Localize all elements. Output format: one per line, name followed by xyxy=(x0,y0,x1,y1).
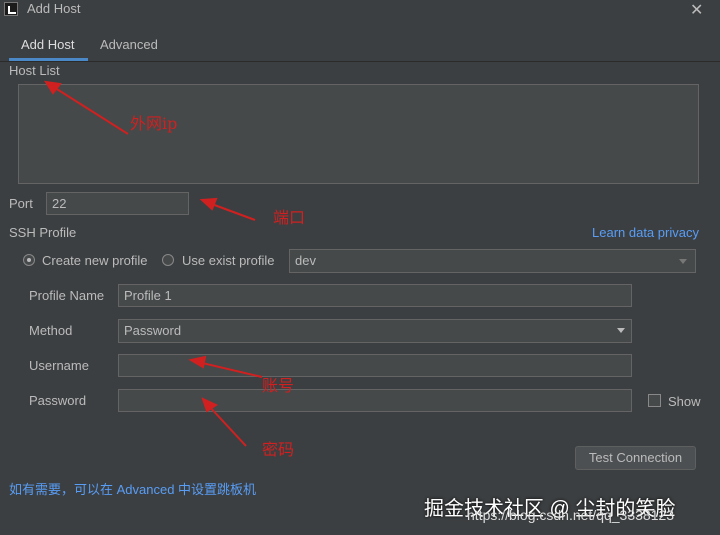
annotation-username: 账号 xyxy=(262,376,295,395)
watermark-url: https://blog.csdn.net/qq_3338123 xyxy=(467,507,675,523)
annotation-password: 密码 xyxy=(262,440,295,459)
annotation-host: 外网ip xyxy=(130,114,178,133)
annotation-port: 端口 xyxy=(273,208,306,227)
annotation-arrows xyxy=(43,80,263,447)
